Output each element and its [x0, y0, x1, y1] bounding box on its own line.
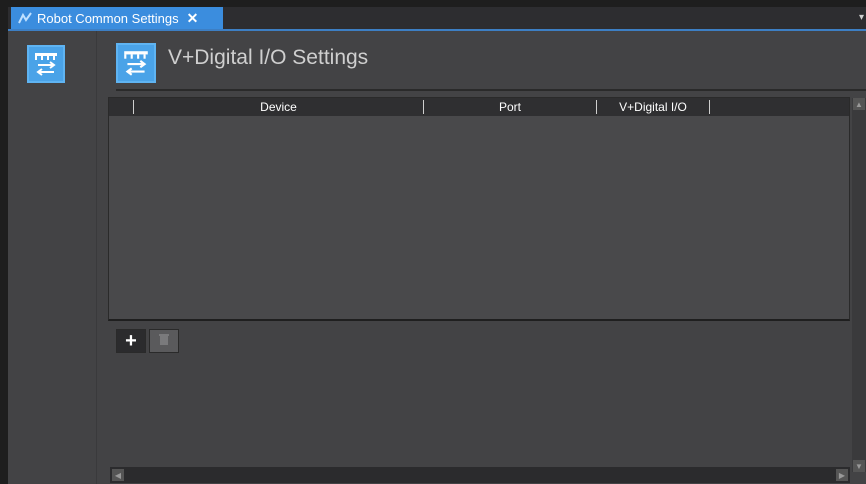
tab-label: Robot Common Settings: [37, 10, 179, 26]
scroll-right-icon[interactable]: ▶: [836, 469, 848, 481]
io-settings-table: Device Port V+Digital I/O: [108, 97, 850, 321]
add-button[interactable]: +: [116, 329, 146, 353]
chevron-down-icon[interactable]: ▾: [859, 12, 864, 23]
page-title: V+Digital I/O Settings: [168, 46, 369, 69]
io-settings-icon[interactable]: [27, 45, 65, 83]
table-body[interactable]: [109, 116, 849, 319]
row-header-column: [109, 98, 133, 116]
sidebar-divider: [96, 31, 97, 484]
table-header: Device Port V+Digital I/O: [109, 98, 849, 116]
settings-panel: V+Digital I/O Settings Device Port V+Dig…: [8, 31, 866, 484]
scroll-left-icon[interactable]: ◀: [112, 469, 124, 481]
close-icon[interactable]: ✕: [187, 10, 199, 27]
horizontal-scrollbar[interactable]: ◀ ▶: [110, 467, 850, 483]
delete-button[interactable]: [149, 329, 179, 353]
document-tabstrip: Robot Common Settings ✕ ▾: [8, 7, 866, 31]
trash-icon: [158, 332, 170, 351]
scroll-up-icon[interactable]: ▲: [853, 98, 865, 110]
column-header-vplus-digital-io[interactable]: V+Digital I/O: [597, 98, 709, 116]
header-divider: [116, 89, 866, 91]
plus-icon: +: [125, 329, 137, 352]
io-settings-icon: [116, 43, 156, 83]
column-separator: [709, 100, 710, 114]
column-header-port[interactable]: Port: [424, 98, 596, 116]
scroll-down-icon[interactable]: ▼: [853, 460, 865, 472]
robot-settings-icon: [15, 10, 35, 26]
tab-robot-common-settings[interactable]: Robot Common Settings ✕: [11, 7, 223, 29]
vertical-scrollbar[interactable]: ▲ ▼: [852, 98, 866, 472]
column-header-device[interactable]: Device: [134, 98, 423, 116]
